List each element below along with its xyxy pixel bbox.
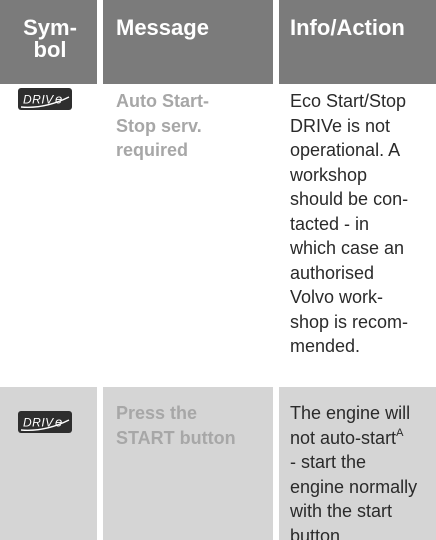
- info-cell: Eco Start/Stop DRIVe is not operational.…: [276, 84, 436, 387]
- info-line: should be con-: [290, 189, 409, 209]
- info-line-text: not auto-start: [290, 427, 397, 448]
- header-message-label: Message: [116, 15, 209, 40]
- drive-icon: DRIV e: [18, 88, 72, 110]
- column-divider: [273, 0, 279, 540]
- message-line: required: [116, 140, 189, 160]
- info-line: authorised: [290, 262, 375, 283]
- message-cell: Press the START button: [100, 387, 276, 540]
- info-line: button.: [290, 525, 346, 540]
- svg-text:e: e: [55, 92, 62, 107]
- info-line: The engine will: [290, 403, 411, 423]
- drive-icon: DRIV e: [18, 411, 72, 433]
- header-info: Info/Action: [276, 0, 436, 84]
- info-cell: The engine will not auto-startA - start …: [276, 387, 436, 540]
- footnote-marker: A: [396, 426, 404, 439]
- row-divider: [0, 382, 436, 387]
- column-divider: [97, 0, 103, 540]
- header-symbol-line1: Sym-: [23, 15, 77, 40]
- message-cell: Auto Start- Stop serv. required: [100, 84, 276, 387]
- svg-text:e: e: [55, 415, 62, 430]
- info-line: operational. A: [290, 140, 401, 160]
- info-line: tacted - in: [290, 213, 370, 234]
- info-line: shop is recom-: [290, 311, 409, 332]
- info-line: with the start: [290, 501, 393, 521]
- header-symbol-line2: bol: [33, 37, 67, 62]
- info-line: engine normally: [290, 476, 418, 497]
- message-line: Press the: [116, 403, 198, 423]
- info-line: which case an: [290, 238, 405, 258]
- info-line: DRIVe is not: [290, 115, 391, 136]
- header-message: Message: [100, 0, 276, 84]
- info-line: Volvo work-: [290, 287, 384, 307]
- message-line: Stop serv.: [116, 115, 202, 136]
- message-line: Auto Start-: [116, 91, 209, 111]
- header-info-label: Info/Action: [290, 15, 405, 40]
- info-line-with-footnote: not auto-startA: [290, 426, 436, 451]
- header-symbol: Sym- bol: [0, 0, 100, 84]
- info-line: mended.: [290, 336, 361, 356]
- info-line: - start the: [290, 452, 367, 472]
- info-line: workshop: [290, 164, 368, 185]
- info-line: Eco Start/Stop: [290, 91, 407, 111]
- message-line: START button: [116, 427, 236, 448]
